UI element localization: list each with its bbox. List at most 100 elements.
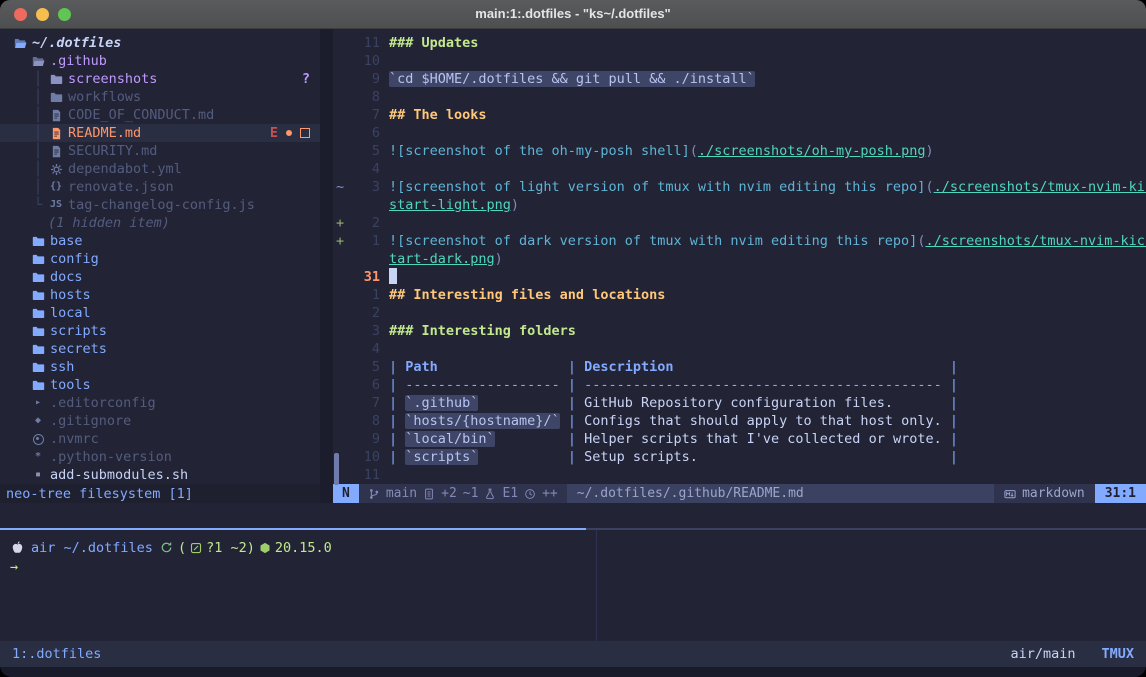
tmux-session-name: air/main xyxy=(1010,645,1075,663)
editor-line[interactable]: 6 xyxy=(333,124,1146,142)
tree-item[interactable]: └ JS tag-changelog-config.js xyxy=(0,196,320,214)
gitsigns-sign xyxy=(333,304,350,322)
editor-line[interactable]: 11 ### Updates xyxy=(333,34,1146,52)
tree-item[interactable]: │ CODE_OF_CONDUCT.md xyxy=(0,106,320,124)
tree-item[interactable]: ▸ .editorconfig xyxy=(0,394,320,412)
editor-line[interactable]: 1 ## Interesting files and locations xyxy=(333,286,1146,304)
line-text xyxy=(380,214,389,232)
editor-line[interactable]: 10 xyxy=(333,52,1146,70)
editor-line[interactable]: 3 ### Interesting folders xyxy=(333,322,1146,340)
tree-item[interactable]: ◆ .gitignore xyxy=(0,412,320,430)
tree-item[interactable]: hosts xyxy=(0,286,320,304)
git-marker xyxy=(286,130,292,136)
minimize-button[interactable] xyxy=(36,8,49,21)
line-number: 4 xyxy=(350,160,380,178)
editor-line[interactable]: 9 | `local/bin` | Helper scripts that I'… xyxy=(333,430,1146,448)
editor-line[interactable]: 11 xyxy=(333,466,1146,484)
pencil-icon xyxy=(190,542,202,554)
line-number xyxy=(350,196,380,214)
vim-cmdline[interactable] xyxy=(0,503,1146,528)
tree-item[interactable]: scripts xyxy=(0,322,320,340)
file-icon xyxy=(30,361,46,374)
tree-item[interactable]: ▪ add-submodules.sh xyxy=(0,466,320,484)
scrollbar-thumb[interactable] xyxy=(334,453,339,485)
tree-item[interactable]: tools xyxy=(0,376,320,394)
indent-guide: │ xyxy=(34,124,42,142)
titlebar[interactable]: main:1:.dotfiles - "ks~/.dotfiles" xyxy=(0,0,1146,29)
editor-line[interactable]: 4 xyxy=(333,160,1146,178)
editor-line[interactable]: 7 ## The looks xyxy=(333,106,1146,124)
editor-line[interactable]: 10 | `scripts` | Setup scripts. | xyxy=(333,448,1146,466)
tree-item-label: (1 hidden item) xyxy=(48,214,170,232)
git-branch-name: main xyxy=(386,485,417,503)
filetype-label: markdown xyxy=(1022,485,1085,503)
gitsigns-sign xyxy=(333,340,350,358)
editor-buffer[interactable]: 11 ### Updates 10 9 `cd $HOME/.dotfiles … xyxy=(333,29,1146,484)
file-icon xyxy=(30,343,46,356)
gitsigns-sign xyxy=(333,268,350,286)
editor-line[interactable]: tart-dark.png) xyxy=(333,250,1146,268)
tree-item[interactable]: local xyxy=(0,304,320,322)
git-marker: E xyxy=(270,124,278,142)
line-text: | `hosts/{hostname}/` | Configs that sho… xyxy=(380,412,958,430)
editor-line[interactable]: 6 | ------------------- | --------------… xyxy=(333,376,1146,394)
editor-line[interactable]: 8 xyxy=(333,88,1146,106)
terminal-window: main:1:.dotfiles - "ks~/.dotfiles" ~/.do… xyxy=(0,0,1146,677)
nvim-area: ~/.dotfiles .github │ screenshots ? │ xyxy=(0,29,1146,503)
line-number: 5 xyxy=(350,142,380,160)
line-number: 8 xyxy=(350,412,380,430)
shell-prompt: air ~/.dotfiles ( ?1 ~2 ) 20.15.0 xyxy=(10,538,596,557)
tree-item[interactable]: (1 hidden item) xyxy=(0,214,320,232)
close-button[interactable] xyxy=(14,8,27,21)
tree-item[interactable]: │ workflows xyxy=(0,88,320,106)
tree-item[interactable]: ~/.dotfiles xyxy=(0,34,320,52)
git-marker xyxy=(300,128,310,138)
filetype-section: markdown xyxy=(994,484,1095,503)
line-text xyxy=(380,466,389,484)
tree-item[interactable]: │ SECURITY.md xyxy=(0,142,320,160)
shell-input-line[interactable]: → xyxy=(10,557,596,576)
tree-item[interactable]: │ README.md E xyxy=(0,124,320,142)
tree-item-label: ssh xyxy=(50,358,74,376)
tree-item[interactable]: │ dependabot.yml xyxy=(0,160,320,178)
tree-item[interactable]: ssh xyxy=(0,358,320,376)
tree-item[interactable]: secrets xyxy=(0,340,320,358)
window-bottom-edge xyxy=(0,667,1146,677)
editor-line[interactable]: 7 | `.github` | GitHub Repository config… xyxy=(333,394,1146,412)
editor-line[interactable]: 31 xyxy=(333,268,1146,286)
editor-line[interactable]: 5 | Path | Description | xyxy=(333,358,1146,376)
tree-item[interactable]: .github xyxy=(0,52,320,70)
shell-pane[interactable]: air ~/.dotfiles ( ?1 ~2 ) 20.15.0 → xyxy=(0,530,596,641)
editor-line[interactable]: 4 xyxy=(333,340,1146,358)
empty-shell-pane[interactable] xyxy=(597,530,1146,641)
line-number: 1 xyxy=(350,232,380,250)
maximize-button[interactable] xyxy=(58,8,71,21)
tree-item[interactable]: .nvmrc xyxy=(0,430,320,448)
tree-item[interactable]: │ screenshots ? xyxy=(0,70,320,88)
tree-item[interactable]: docs xyxy=(0,268,320,286)
line-text: | `local/bin` | Helper scripts that I've… xyxy=(380,430,958,448)
file-tree: ~/.dotfiles .github │ screenshots ? │ xyxy=(0,29,320,484)
editor-line[interactable]: ~ 3 ![screenshot of light version of tmu… xyxy=(333,178,1146,196)
diagnostics-count: E1 xyxy=(502,485,518,503)
editor-line[interactable]: + 1 ![screenshot of dark version of tmux… xyxy=(333,232,1146,250)
editor-line[interactable]: 2 xyxy=(333,304,1146,322)
editor-line[interactable]: 8 | `hosts/{hostname}/` | Configs that s… xyxy=(333,412,1146,430)
tree-item[interactable]: config xyxy=(0,250,320,268)
statusline-git-section: main +2 ~1 E1 ++ xyxy=(359,484,567,503)
editor-line[interactable]: + 2 xyxy=(333,214,1146,232)
window-separator[interactable] xyxy=(320,29,333,503)
tree-item[interactable]: base xyxy=(0,232,320,250)
tmux-window-tab[interactable]: 1:.dotfiles xyxy=(12,645,101,663)
indent-guide: │ xyxy=(34,88,42,106)
editor-line[interactable]: 5 ![screenshot of the oh-my-posh shell](… xyxy=(333,142,1146,160)
neo-tree-sidebar[interactable]: ~/.dotfiles .github │ screenshots ? │ xyxy=(0,29,320,503)
line-number: 9 xyxy=(350,430,380,448)
tree-item[interactable]: │ {} renovate.json xyxy=(0,178,320,196)
tree-item[interactable]: * .python-version xyxy=(0,448,320,466)
file-path: ~/.dotfiles/.github/README.md xyxy=(567,484,994,503)
editor-line[interactable]: 9 `cd $HOME/.dotfiles && git pull && ./i… xyxy=(333,70,1146,88)
tree-item-label: .nvmrc xyxy=(50,430,99,448)
git-status-markers: ? xyxy=(302,70,310,88)
editor-line[interactable]: start-light.png) xyxy=(333,196,1146,214)
